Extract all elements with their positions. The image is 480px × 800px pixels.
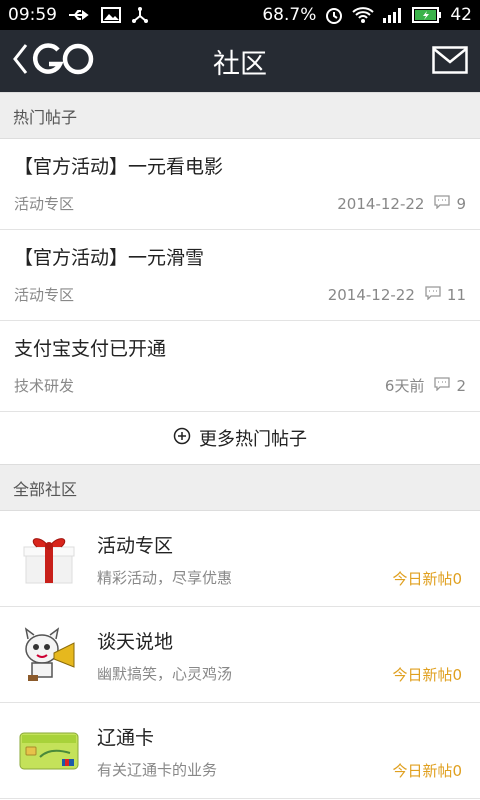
transit-card-icon xyxy=(18,719,80,781)
wifi-icon xyxy=(352,6,375,24)
more-hot-posts-button[interactable]: 更多热门帖子 xyxy=(0,412,480,464)
comment-count: 11 xyxy=(446,285,466,304)
back-icon xyxy=(12,43,28,79)
community-name: 辽通卡 xyxy=(97,727,155,749)
go-logo xyxy=(32,40,96,82)
post-date: 2014-12-22 xyxy=(337,194,425,213)
comment-count: 9 xyxy=(456,194,466,213)
post-date: 2014-12-22 xyxy=(327,285,415,304)
community-name: 谈天说地 xyxy=(97,631,174,653)
cartoon-megaphone-icon xyxy=(18,623,80,685)
plus-circle-icon xyxy=(173,427,191,450)
comment-icon xyxy=(425,285,441,304)
post-date: 6天前 xyxy=(384,377,425,395)
more-posts-label: 更多热门帖子 xyxy=(199,429,307,450)
comment-icon xyxy=(434,376,451,395)
mail-button[interactable] xyxy=(432,46,468,76)
today-new-posts: 今日新帖0 xyxy=(392,570,462,588)
battery-level: 42 xyxy=(450,5,472,25)
battery-icon xyxy=(412,7,442,23)
status-time: 09:59 xyxy=(8,5,57,25)
app-header: 社区 xyxy=(0,30,480,92)
signal-icon xyxy=(382,7,404,23)
usb-icon xyxy=(67,8,91,22)
community-item[interactable]: 辽通卡 有关辽通卡的业务 今日新帖0 xyxy=(0,703,480,799)
section-header-hot-posts: 热门帖子 xyxy=(0,92,480,139)
today-new-posts: 今日新帖0 xyxy=(392,666,462,684)
status-bar: 09:59 68.7% 42 xyxy=(0,0,480,30)
post-category: 活动专区 xyxy=(14,286,75,304)
image-icon xyxy=(101,7,121,23)
community-item[interactable]: 谈天说地 幽默搞笑，心灵鸡汤 今日新帖0 xyxy=(0,607,480,703)
post-category: 活动专区 xyxy=(14,195,75,213)
post-item[interactable]: 【官方活动】一元看电影 活动专区 2014-12-22 9 xyxy=(0,139,480,230)
comment-icon xyxy=(434,194,451,213)
post-title: 【官方活动】一元看电影 xyxy=(14,156,224,178)
section-title: 热门帖子 xyxy=(13,107,78,127)
mail-icon xyxy=(432,46,468,78)
community-name: 活动专区 xyxy=(97,535,174,557)
today-new-posts: 今日新帖0 xyxy=(392,762,462,780)
alarm-icon xyxy=(324,5,344,25)
section-header-communities: 全部社区 xyxy=(0,464,480,511)
post-title: 【官方活动】一元滑雪 xyxy=(14,247,205,269)
community-item[interactable]: 活动专区 精彩活动，尽享优惠 今日新帖0 xyxy=(0,511,480,607)
community-description: 幽默搞笑，心灵鸡汤 xyxy=(97,665,233,683)
comment-count: 2 xyxy=(456,376,466,395)
post-item[interactable]: 【官方活动】一元滑雪 活动专区 2014-12-22 11 xyxy=(0,230,480,321)
back-button[interactable] xyxy=(12,42,96,80)
community-description: 有关辽通卡的业务 xyxy=(97,761,218,779)
community-description: 精彩活动，尽享优惠 xyxy=(97,569,233,587)
post-item[interactable]: 支付宝支付已开通 技术研发 6天前 2 xyxy=(0,321,480,412)
gift-box-icon xyxy=(18,527,80,589)
post-title: 支付宝支付已开通 xyxy=(14,338,167,360)
battery-percent: 68.7% xyxy=(262,5,317,25)
post-category: 技术研发 xyxy=(14,377,75,395)
share-icon xyxy=(131,6,149,24)
section-title: 全部社区 xyxy=(13,479,78,499)
